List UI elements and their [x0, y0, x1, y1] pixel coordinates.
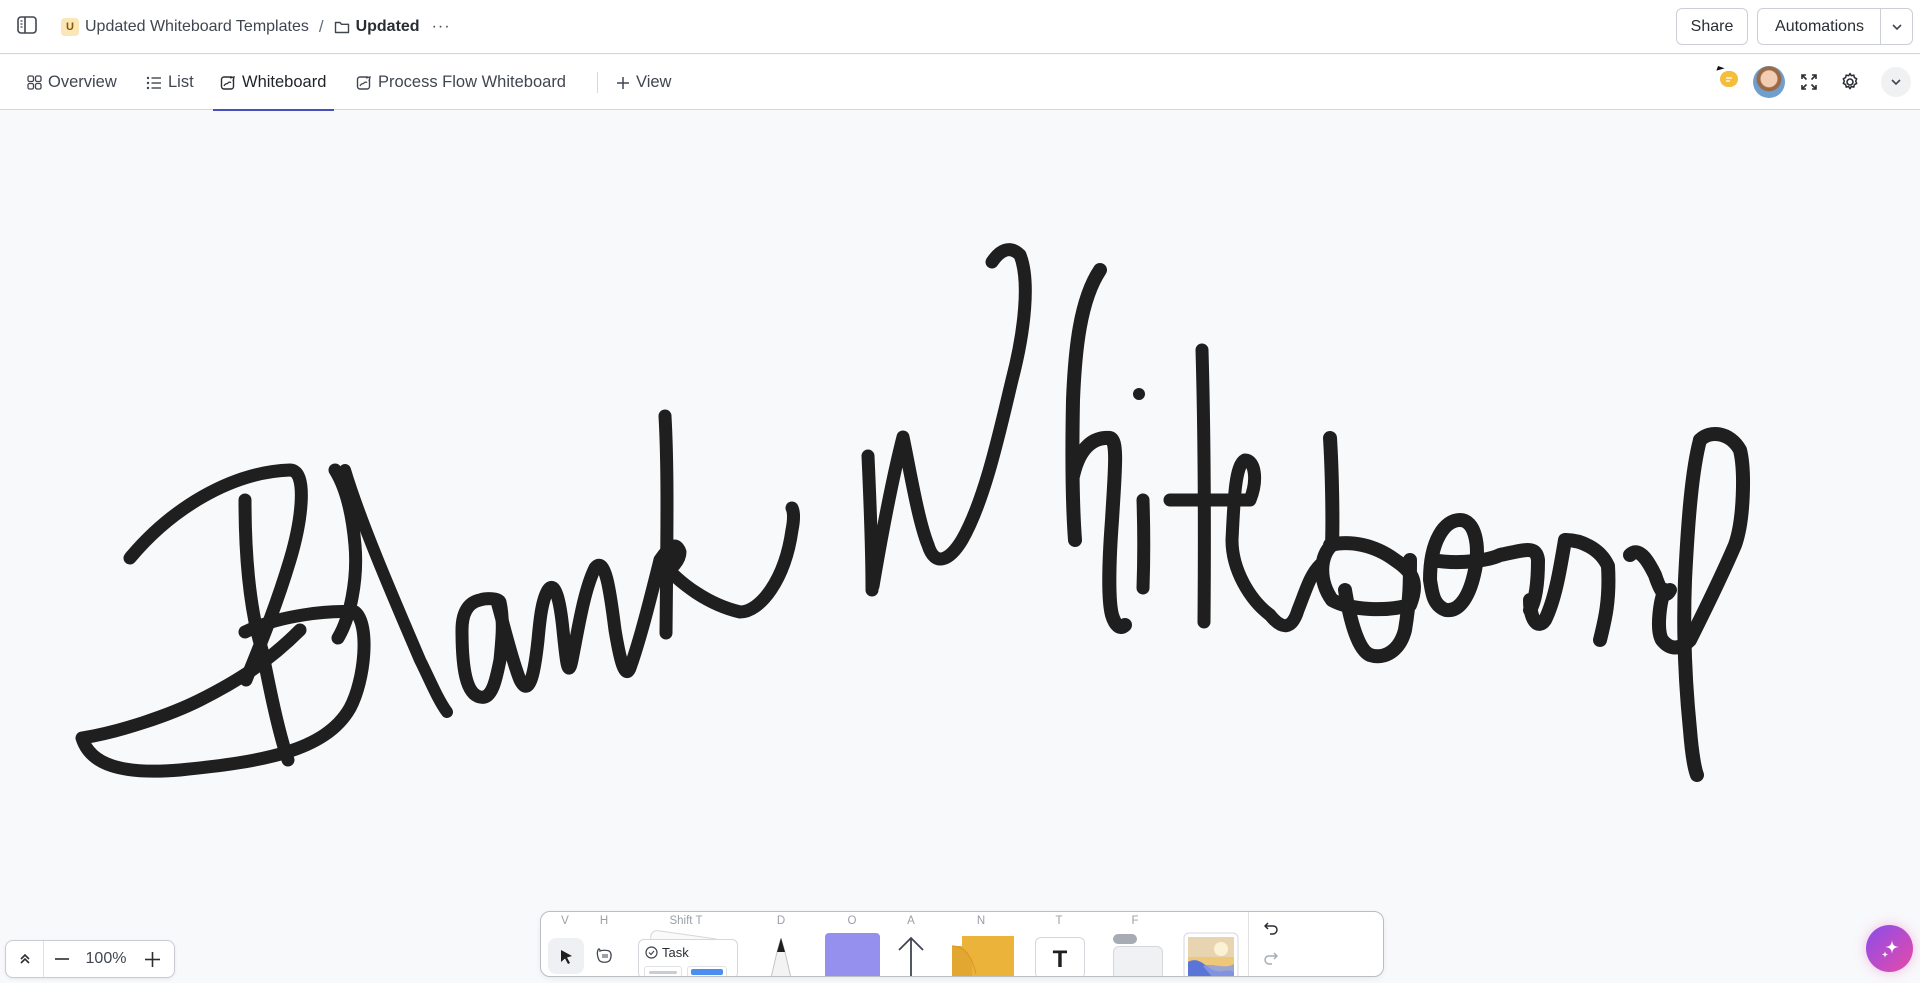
chevron-down-icon [1891, 23, 1902, 30]
automations-dropdown-button[interactable] [1880, 8, 1913, 45]
overview-grid-icon [27, 75, 42, 90]
tab-divider [597, 72, 598, 93]
tab-label: List [168, 73, 194, 91]
breadcrumb-separator: / [318, 17, 324, 36]
share-button[interactable]: Share [1676, 8, 1748, 45]
breadcrumb: U Updated Whiteboard Templates / Updated… [61, 0, 451, 54]
automations-button[interactable]: Automations [1757, 8, 1881, 45]
chevron-down-icon [1891, 79, 1901, 86]
view-bar: Overview List Whiteboard Process Flow Wh… [0, 55, 1920, 111]
stroke-letter-t[interactable] [1163, 343, 1327, 633]
plus-icon [617, 76, 629, 89]
gear-icon[interactable] [1837, 69, 1863, 95]
more-options-button[interactable]: ··· [432, 18, 451, 36]
user-avatar[interactable] [1753, 66, 1785, 98]
tab-label: Whiteboard [242, 73, 327, 91]
whiteboard-icon [356, 75, 371, 90]
whiteboard-canvas[interactable] [0, 111, 1920, 983]
sticky-note-tool[interactable]: N [946, 912, 1016, 976]
tab-label: Process Flow Whiteboard [378, 73, 566, 91]
ai-assistant-button[interactable] [1866, 925, 1913, 972]
text-icon: T [1052, 946, 1068, 973]
tab-label: Overview [48, 73, 117, 91]
tab-overview[interactable]: Overview [27, 55, 117, 110]
minus-icon [55, 958, 69, 960]
stroke-letter-i[interactable] [1133, 388, 1151, 595]
image-tool[interactable] [1181, 912, 1239, 976]
connector-tool[interactable]: A [891, 912, 931, 976]
hand-tool[interactable]: H [589, 912, 619, 976]
add-view-button[interactable]: View [616, 55, 671, 110]
shortcut-label: O [847, 915, 857, 927]
stroke-letter-w[interactable] [861, 243, 1032, 597]
text-tool[interactable]: T T [1033, 912, 1085, 976]
space-avatar: U [61, 18, 79, 36]
task-tool-label: Task [662, 945, 689, 960]
cursor-arrow-icon [561, 950, 572, 964]
pen-icon [770, 938, 792, 976]
shortcut-label: N [976, 915, 986, 927]
undo-icon[interactable] [1261, 918, 1281, 938]
shape-tool[interactable]: O [821, 912, 883, 976]
shortcut-label: Shift T [669, 915, 703, 927]
plus-icon [144, 951, 160, 967]
chevrons-up-icon [19, 953, 30, 964]
shortcut-label: T [1055, 915, 1063, 927]
stroke-letter-h[interactable] [1065, 263, 1132, 634]
hand-icon [596, 948, 612, 963]
select-tool[interactable]: V [546, 912, 584, 976]
tab-whiteboard[interactable]: Whiteboard [212, 55, 335, 111]
collapse-header-button[interactable] [1881, 67, 1911, 97]
shape-square-icon [825, 933, 880, 976]
whiteboard-icon [220, 75, 235, 90]
frame-icon [1113, 934, 1137, 944]
stroke-letters-oard[interactable] [1423, 427, 1750, 782]
shortcut-label: A [907, 915, 915, 927]
top-bar: U Updated Whiteboard Templates / Updated… [0, 0, 1920, 54]
breadcrumb-space[interactable]: Updated Whiteboard Templates [85, 18, 309, 36]
list-icon [146, 76, 161, 89]
shortcut-label: H [599, 915, 609, 927]
redo-icon[interactable] [1261, 948, 1281, 968]
breadcrumb-folder[interactable]: Updated [356, 18, 420, 36]
frame-tool[interactable]: F [1107, 912, 1163, 976]
zoom-in-button[interactable] [132, 941, 172, 977]
stroke-letter-b[interactable] [75, 463, 371, 778]
zoom-control: 100% [5, 940, 175, 978]
handwriting-drawing[interactable] [0, 111, 1920, 983]
tab-list[interactable]: List [146, 55, 194, 110]
shortcut-label: D [776, 915, 786, 927]
check-circle-icon [645, 946, 658, 959]
comment-icon[interactable] [1720, 71, 1738, 87]
arrow-up-icon [898, 936, 924, 976]
fullscreen-icon[interactable] [1796, 69, 1822, 95]
sparkle-icon [1881, 939, 1899, 958]
history-controls [1249, 912, 1383, 976]
shortcut-label: V [561, 915, 569, 927]
stroke-letters-ank[interactable] [455, 409, 800, 704]
tab-process-flow-whiteboard[interactable]: Process Flow Whiteboard [356, 55, 566, 110]
stroke-letter-b2[interactable] [1315, 431, 1421, 664]
sticky-note-icon [952, 936, 1014, 976]
minimap-toggle-button[interactable] [6, 941, 44, 977]
task-tool[interactable]: Shift T Task [636, 912, 738, 976]
sidebar-toggle-icon[interactable] [16, 15, 38, 35]
image-icon [1183, 932, 1239, 976]
add-view-label: View [636, 73, 672, 91]
folder-icon [334, 21, 349, 34]
whiteboard-toolbar: V H Shift T Task D O A N T T F [540, 911, 1384, 977]
pen-tool[interactable]: D [761, 912, 801, 976]
zoom-out-button[interactable] [44, 941, 80, 977]
shortcut-label: F [1131, 915, 1139, 927]
zoom-level[interactable]: 100% [80, 941, 132, 977]
